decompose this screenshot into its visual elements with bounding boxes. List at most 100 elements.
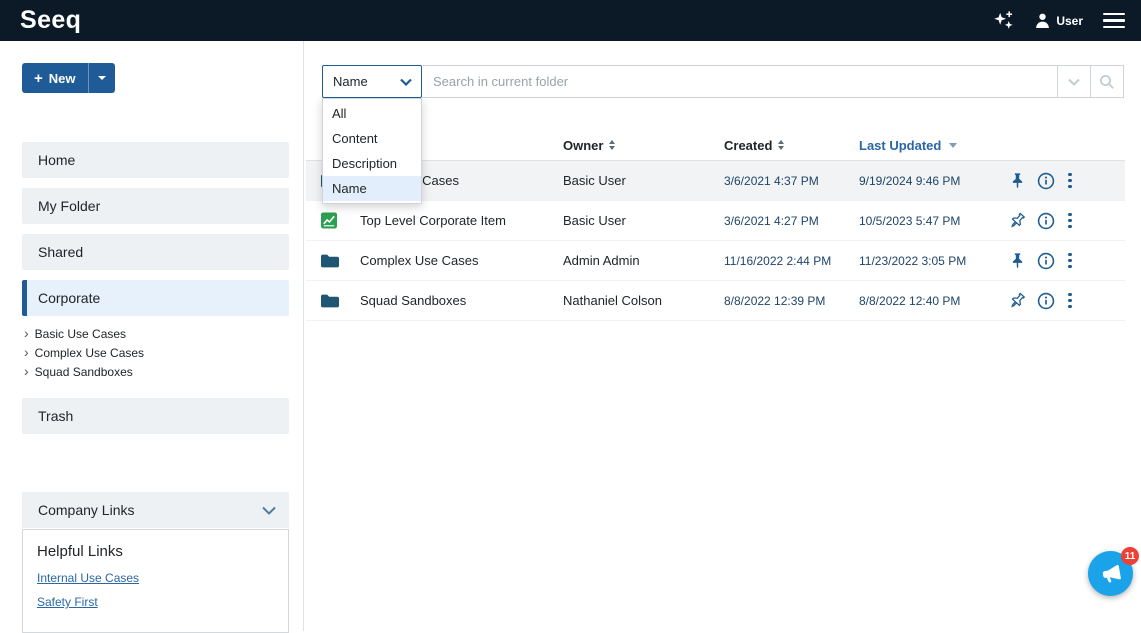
kebab-menu-icon[interactable] [1066,211,1074,231]
sidebar-item-label: My Folder [38,198,100,214]
tree-item-squad-sandboxes[interactable]: › Squad Sandboxes [22,362,289,381]
item-updated: 11/23/2022 3:05 PM [859,254,1009,268]
unpin-icon[interactable] [1009,292,1026,309]
table-row[interactable]: Top Level Corporate Item Basic User 3/6/… [306,201,1125,241]
link-safety-first[interactable]: Safety First [37,595,274,609]
caret-down-icon [98,76,106,80]
topbar-actions: User [992,10,1125,31]
megaphone-icon [1097,560,1125,588]
filter-dropdown-menu: All Content Description Name [322,98,422,204]
sidebar-item-label: Corporate [38,290,100,306]
item-owner: Nathaniel Colson [563,293,724,308]
sidebar: + New Home My Folder Shared Corporate › … [0,41,304,631]
sidebar-item-label: Home [38,152,75,168]
unpin-icon[interactable] [1009,212,1026,229]
sidebar-item-label: Shared [38,244,83,260]
search-icon [1099,74,1115,90]
table-row[interactable]: Squad Sandboxes Nathaniel Colson 8/8/202… [306,281,1125,321]
tree-item-basic-use-cases[interactable]: › Basic Use Cases [22,324,289,343]
hamburger-menu-icon[interactable] [1103,13,1125,29]
company-links-label: Company Links [38,502,135,518]
folder-icon [320,293,340,309]
table-row[interactable]: Basic Use Cases Basic User 3/6/2021 4:37… [306,161,1125,201]
seeq-logo: Seeq [20,6,81,35]
support-fab-button[interactable]: 11 [1088,551,1133,596]
filter-selected-value: Name [333,74,368,89]
sidebar-item-home[interactable]: Home [22,142,289,178]
plus-icon: + [34,71,43,86]
pin-icon[interactable] [1009,252,1026,269]
item-created: 11/16/2022 2:44 PM [724,254,859,268]
kebab-menu-icon[interactable] [1066,251,1074,271]
helpful-links-title: Helpful Links [37,543,274,560]
corporate-subtree: › Basic Use Cases › Complex Use Cases › … [22,324,289,381]
item-owner: Basic User [563,213,724,228]
chevron-down-icon [1068,78,1080,86]
new-button-label: New [49,71,76,86]
item-name[interactable]: Top Level Corporate Item [360,213,563,228]
folder-icon [320,253,340,269]
filter-option-all[interactable]: All [323,101,421,126]
search-bar: Name [322,65,1124,98]
info-icon[interactable] [1037,292,1055,310]
filter-option-content[interactable]: Content [323,126,421,151]
user-icon [1035,12,1050,29]
info-icon[interactable] [1037,252,1055,270]
kebab-menu-icon[interactable] [1066,171,1074,191]
sidebar-item-shared[interactable]: Shared [22,234,289,270]
sort-icon [778,140,784,150]
item-created: 3/6/2021 4:27 PM [724,214,859,228]
kebab-menu-icon[interactable] [1066,291,1074,311]
chevron-down-icon [262,506,276,515]
ai-sparkles-icon[interactable] [992,10,1015,31]
chevron-right-icon: › [24,345,29,359]
item-owner: Admin Admin [563,253,724,268]
chevron-right-icon: › [24,364,29,378]
item-updated: 10/5/2023 5:47 PM [859,214,1009,228]
company-links-header[interactable]: Company Links [22,492,289,528]
chevron-down-icon [400,78,412,86]
user-menu[interactable]: User [1035,12,1083,29]
column-header-owner[interactable]: Owner [563,138,724,153]
new-button-caret[interactable] [88,63,115,93]
table-header-row: Name Owner Created Last Updated [306,130,1125,161]
search-input[interactable] [422,65,1058,98]
item-created: 3/6/2021 4:37 PM [724,174,859,188]
sort-icon [609,140,615,150]
folder-contents-table: Name Owner Created Last Updated [306,130,1125,321]
table-row[interactable]: Complex Use Cases Admin Admin 11/16/2022… [306,241,1125,281]
helpful-links-panel: Helpful Links Internal Use Cases Safety … [22,529,289,633]
item-owner: Basic User [563,173,724,188]
filter-option-description[interactable]: Description [323,151,421,176]
sidebar-item-label: Trash [38,408,73,424]
info-icon[interactable] [1037,212,1055,230]
search-filter-select[interactable]: Name [322,65,422,98]
sort-desc-icon [949,143,957,148]
item-updated: 9/19/2024 9:46 PM [859,174,1009,188]
new-button[interactable]: + New [22,63,115,93]
sidebar-item-corporate[interactable]: Corporate [22,280,289,316]
tree-item-complex-use-cases[interactable]: › Complex Use Cases [22,343,289,362]
tree-item-label: Basic Use Cases [35,327,126,341]
chevron-right-icon: › [24,326,29,340]
sidebar-item-my-folder[interactable]: My Folder [22,188,289,224]
new-button-main[interactable]: + New [22,63,88,93]
search-options-button[interactable] [1058,65,1091,98]
tree-item-label: Squad Sandboxes [35,365,133,379]
link-internal-use-cases[interactable]: Internal Use Cases [37,571,274,585]
search-button[interactable] [1091,65,1124,98]
topbar: Seeq User [0,0,1141,41]
pin-icon[interactable] [1009,172,1026,189]
notification-badge: 11 [1121,547,1139,565]
tree-item-label: Complex Use Cases [35,346,144,360]
column-header-created[interactable]: Created [724,138,859,153]
item-name[interactable]: Complex Use Cases [360,253,563,268]
sidebar-item-trash[interactable]: Trash [22,398,289,434]
filter-option-name[interactable]: Name [323,176,421,201]
item-name[interactable]: Squad Sandboxes [360,293,563,308]
info-icon[interactable] [1037,172,1055,190]
column-header-last-updated[interactable]: Last Updated [859,138,1009,153]
main-content: Name All Content Description Name [305,41,1141,631]
user-label: User [1056,14,1083,28]
worksheet-icon [320,212,338,229]
